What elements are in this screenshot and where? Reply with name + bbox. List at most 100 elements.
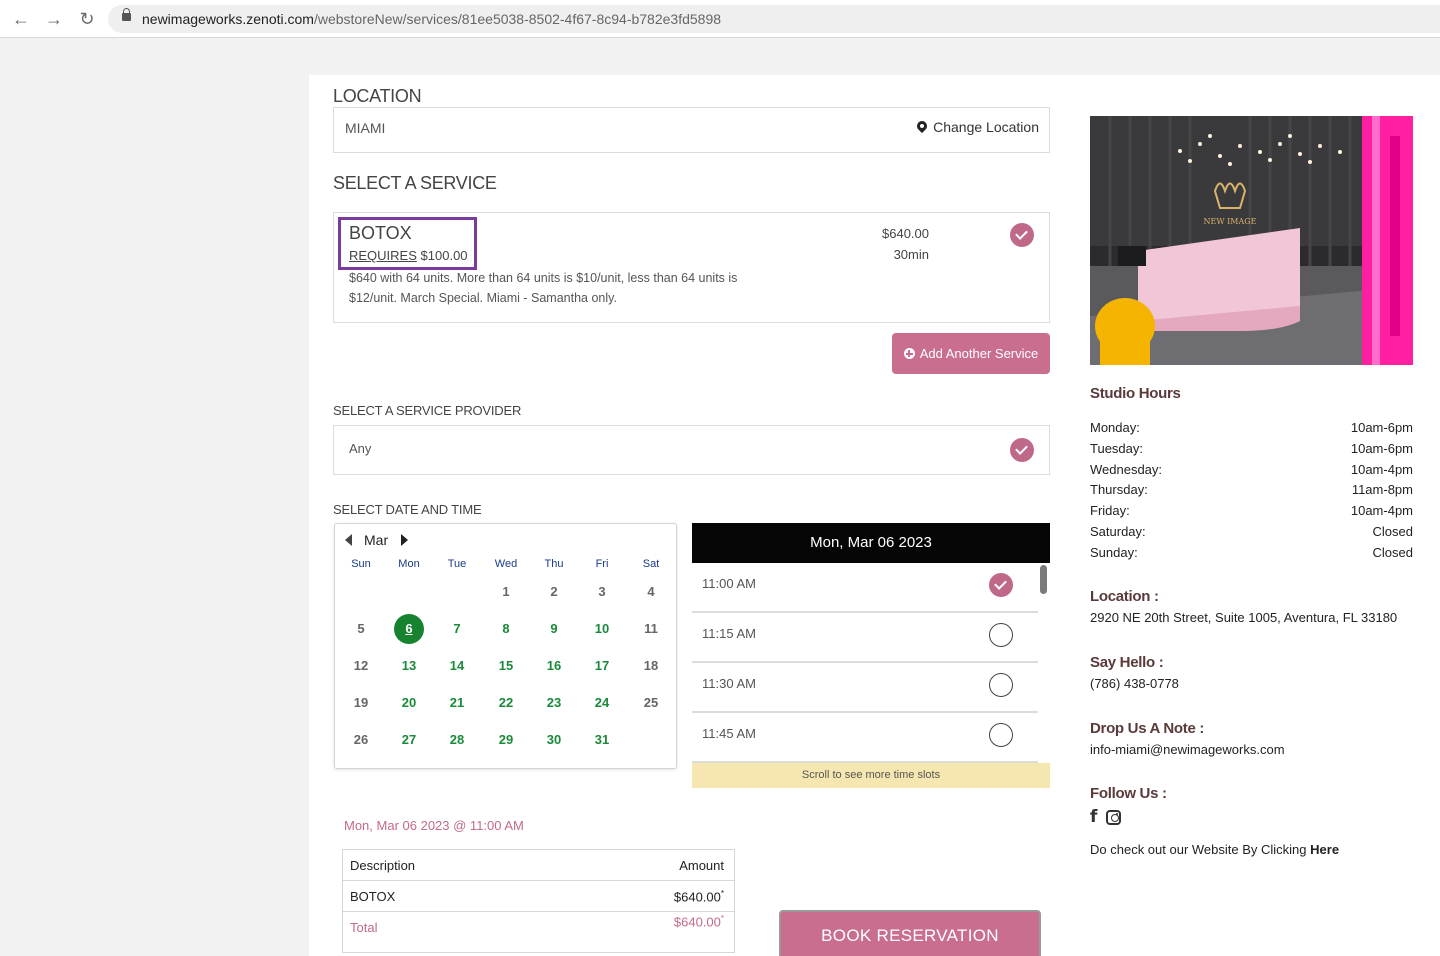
drop-note-title: Drop Us A Note : (1090, 720, 1205, 737)
hours-day: Wednesday: (1090, 461, 1163, 477)
calendar-day[interactable]: 31 (587, 727, 617, 753)
hours-row: Friday: 10am-4pm (1090, 503, 1413, 523)
phone-text[interactable]: (786) 438-0778 (1090, 676, 1179, 691)
time-slot[interactable]: 11:00 AM (692, 563, 1038, 613)
provider-check-icon[interactable] (1010, 438, 1034, 462)
studio-hours-title: Studio Hours (1090, 385, 1181, 402)
calendar-day-selected[interactable]: 6 (394, 614, 424, 644)
hours-row: Sunday: Closed (1090, 545, 1413, 565)
time-slot-label: 11:15 AM (702, 626, 756, 641)
url-text: newimageworks.zenoti.com/webstoreNew/ser… (142, 11, 722, 27)
address-bar[interactable]: newimageworks.zenoti.com/webstoreNew/ser… (108, 5, 1440, 33)
weekday-label: Tue (447, 558, 467, 570)
time-slot-label: 11:45 AM (702, 726, 756, 741)
location-title: LOCATION (333, 86, 422, 106)
forward-arrow-icon[interactable]: → (43, 8, 65, 30)
hours-time: Closed (1372, 544, 1413, 560)
slot-radio-icon[interactable] (989, 673, 1013, 697)
slot-selected-check-icon[interactable] (989, 573, 1013, 597)
add-another-service-button[interactable]: Add Another Service (892, 333, 1050, 374)
service-description: $640 with 64 units. More than 64 units i… (349, 271, 738, 305)
calendar-day[interactable]: 24 (587, 690, 617, 716)
item-name: BOTOX (350, 889, 396, 904)
hours-row: Wednesday: 10am-4pm (1090, 462, 1413, 482)
hours-day: Thursday: (1090, 482, 1148, 498)
summary-header-row: Description Amount (343, 850, 734, 881)
weekday-label: Sun (351, 558, 371, 570)
calendar-day: 25 (643, 695, 659, 710)
plus-circle-icon (903, 348, 915, 359)
calendar-day[interactable]: 13 (394, 653, 424, 679)
book-reservation-button[interactable]: BOOK RESERVATION (779, 910, 1041, 956)
location-value: MIAMI (345, 120, 386, 136)
calendar-day[interactable]: 27 (394, 727, 424, 753)
prev-month-icon[interactable] (345, 534, 352, 546)
change-location-label: Change Location (933, 119, 1039, 135)
follow-us-title: Follow Us : (1090, 785, 1167, 802)
time-slot[interactable]: 11:15 AM (692, 613, 1038, 663)
calendar-day[interactable]: 14 (442, 653, 472, 679)
calendar-day[interactable]: 15 (491, 653, 521, 679)
reload-icon[interactable]: ↻ (76, 8, 98, 30)
browser-toolbar: ← → ↻ newimageworks.zenoti.com/webstoreN… (0, 0, 1440, 38)
time-slots-header: Mon, Mar 06 2023 (692, 523, 1050, 563)
calendar-day[interactable]: 20 (394, 690, 424, 716)
calendar-day[interactable]: 17 (587, 653, 617, 679)
summary-total-row: Total $640.00* (343, 912, 734, 952)
calendar-day[interactable]: 21 (442, 690, 472, 716)
calendar-day[interactable]: 16 (539, 653, 569, 679)
instagram-icon[interactable] (1106, 809, 1122, 825)
address-text: 2920 NE 20th Street, Suite 1005, Aventur… (1090, 610, 1398, 625)
change-location-link[interactable]: Change Location (917, 119, 1039, 135)
slot-radio-icon[interactable] (989, 723, 1013, 747)
calendar-month: Mar (364, 532, 389, 548)
next-month-icon[interactable] (401, 534, 408, 546)
provider-title: SELECT A SERVICE PROVIDER (333, 403, 522, 418)
hours-time: 11am-8pm (1351, 482, 1413, 498)
website-text: Do check out our Website By Clicking Her… (1090, 842, 1340, 857)
time-slot-label: 11:00 AM (702, 576, 756, 591)
calendar-day[interactable]: 30 (539, 727, 569, 753)
col-amount: Amount (679, 858, 724, 873)
selected-datetime: Mon, Mar 06 2023 @ 11:00 AM (344, 818, 524, 833)
calendar-day[interactable]: 22 (491, 690, 521, 716)
calendar-day[interactable]: 10 (587, 616, 617, 642)
hours-row: Thursday: 11am-8pm (1090, 482, 1413, 502)
calendar-day[interactable]: 28 (442, 727, 472, 753)
datetime-title: SELECT DATE AND TIME (333, 502, 482, 517)
time-slot[interactable]: 11:30 AM (692, 663, 1038, 713)
svg-text:NEW IMAGE: NEW IMAGE (1204, 217, 1257, 226)
facebook-icon[interactable]: f (1090, 807, 1097, 827)
hours-day: Saturday: (1090, 524, 1146, 539)
calendar-day: 19 (353, 695, 369, 710)
annotation-highlight-box (338, 217, 477, 270)
time-slot-label: 11:30 AM (702, 676, 756, 691)
service-price: $640.00 (882, 226, 929, 241)
studio-photo: NEW IMAGE (1090, 116, 1413, 365)
calendar-day[interactable]: 29 (491, 727, 521, 753)
provider-value: Any (349, 441, 372, 456)
hours-time: Closed (1372, 524, 1413, 539)
website-here-link[interactable]: Here (1310, 842, 1339, 857)
provider-select[interactable]: Any (333, 425, 1050, 475)
weekday-label: Sat (642, 558, 660, 570)
service-selected-check-icon[interactable] (1010, 223, 1034, 247)
calendar-header: Mar (335, 524, 676, 554)
col-description: Description (350, 858, 416, 873)
back-arrow-icon[interactable]: ← (10, 8, 32, 30)
calendar: Mar Sun Mon Tue Wed Thu Fri Sat 1 2 3 4 5 6 7 8 9 10 11 12… (334, 523, 677, 769)
calendar-day[interactable]: 9 (539, 616, 569, 642)
calendar-day[interactable]: 23 (539, 690, 569, 716)
hours-day: Monday: (1090, 420, 1140, 435)
time-slots-scrollbar[interactable] (1040, 565, 1047, 594)
hours-time: 10am-6pm (1350, 420, 1413, 435)
calendar-day[interactable]: 8 (491, 616, 521, 642)
calendar-day: 5 (357, 621, 365, 636)
time-slot[interactable]: 11:45 AM (692, 713, 1038, 763)
summary-table: Description Amount BOTOX $640.00* Total … (342, 849, 735, 953)
slot-radio-icon[interactable] (989, 623, 1013, 647)
email-text[interactable]: info-miami@newimageworks.com (1090, 742, 1285, 757)
calendar-day: 12 (353, 658, 369, 673)
weekday-label: Wed (494, 558, 518, 570)
calendar-day[interactable]: 7 (442, 616, 472, 642)
